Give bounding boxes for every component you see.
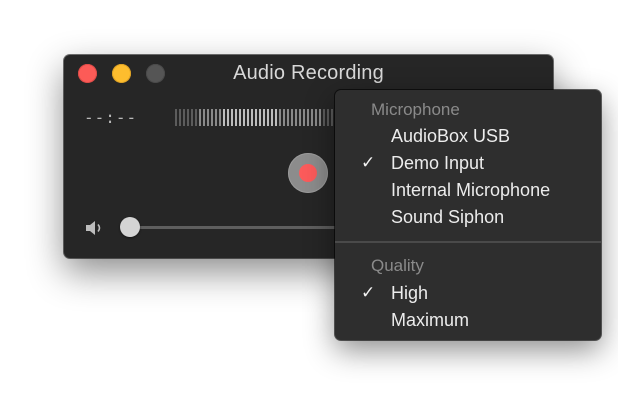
menu-item-internal-microphone[interactable]: Internal Microphone — [335, 178, 601, 204]
meter-bar — [263, 109, 265, 126]
meter-bar — [247, 109, 249, 126]
stage: Audio Recording --:-- Microphone AudioBo… — [0, 0, 618, 394]
meter-bar — [319, 109, 321, 126]
meter-bar — [271, 109, 273, 126]
meter-bar — [211, 109, 213, 126]
window-title: Audio Recording — [233, 62, 384, 84]
record-dot-icon — [299, 164, 317, 182]
meter-bar — [283, 109, 285, 126]
meter-bar — [315, 109, 317, 126]
menu-item-maximum[interactable]: Maximum — [335, 308, 601, 334]
speaker-icon — [84, 218, 108, 238]
options-menu: Microphone AudioBox USB ✓ Demo Input Int… — [335, 90, 601, 340]
meter-bar — [303, 109, 305, 126]
menu-item-sound-siphon[interactable]: Sound Siphon — [335, 205, 601, 231]
menu-item-label: Internal Microphone — [391, 180, 551, 200]
meter-bar — [227, 109, 229, 126]
meter-bar — [295, 109, 297, 126]
menu-item-label: Maximum — [391, 310, 470, 330]
meter-bar — [323, 109, 325, 126]
meter-bar — [291, 109, 293, 126]
menu-item-label: AudioBox USB — [391, 126, 511, 146]
meter-bar — [239, 109, 241, 126]
meter-bar — [231, 109, 233, 126]
meter-bar — [219, 109, 221, 126]
meter-bar — [267, 109, 269, 126]
menu-header-microphone: Microphone — [371, 100, 460, 119]
meter-bar — [235, 109, 237, 126]
meter-bar — [175, 109, 177, 126]
meter-bar — [243, 109, 245, 126]
meter-bar — [215, 109, 217, 126]
menu-item-high[interactable]: ✓ High — [335, 281, 601, 307]
title-bar[interactable]: Audio Recording — [64, 55, 553, 93]
menu-item-label: High — [391, 283, 429, 303]
volume-slider-knob[interactable] — [120, 217, 140, 237]
meter-bar — [199, 109, 201, 126]
meter-bar — [311, 109, 313, 126]
meter-bar — [307, 109, 309, 126]
volume-slider-track[interactable] — [130, 226, 350, 229]
meter-bar — [255, 109, 257, 126]
meter-bar — [223, 109, 225, 126]
meter-bar — [203, 109, 205, 126]
meter-bar — [191, 109, 193, 126]
meter-bar — [259, 109, 261, 126]
meter-bar — [251, 109, 253, 126]
menu-item-demo-input[interactable]: ✓ Demo Input — [335, 151, 601, 177]
record-button[interactable] — [288, 153, 328, 193]
meter-bar — [331, 109, 333, 126]
menu-header-quality: Quality — [371, 256, 424, 275]
checkmark-icon: ✓ — [361, 283, 376, 302]
menu-item-label: Demo Input — [391, 153, 485, 173]
meter-bar — [179, 109, 181, 126]
meter-bar — [275, 109, 277, 126]
meter-bar — [327, 109, 329, 126]
menu-item-audiobox-usb[interactable]: AudioBox USB — [335, 124, 601, 150]
meter-bar — [183, 109, 185, 126]
elapsed-time: --:-- — [84, 108, 138, 127]
meter-bar — [187, 109, 189, 126]
menu-separator — [335, 241, 601, 243]
meter-bar — [195, 109, 197, 126]
meter-bar — [279, 109, 281, 126]
menu-item-label: Sound Siphon — [391, 207, 505, 227]
meter-bar — [207, 109, 209, 126]
level-meter — [175, 109, 333, 126]
meter-bar — [287, 109, 289, 126]
checkmark-icon: ✓ — [361, 153, 376, 172]
meter-bar — [299, 109, 301, 126]
